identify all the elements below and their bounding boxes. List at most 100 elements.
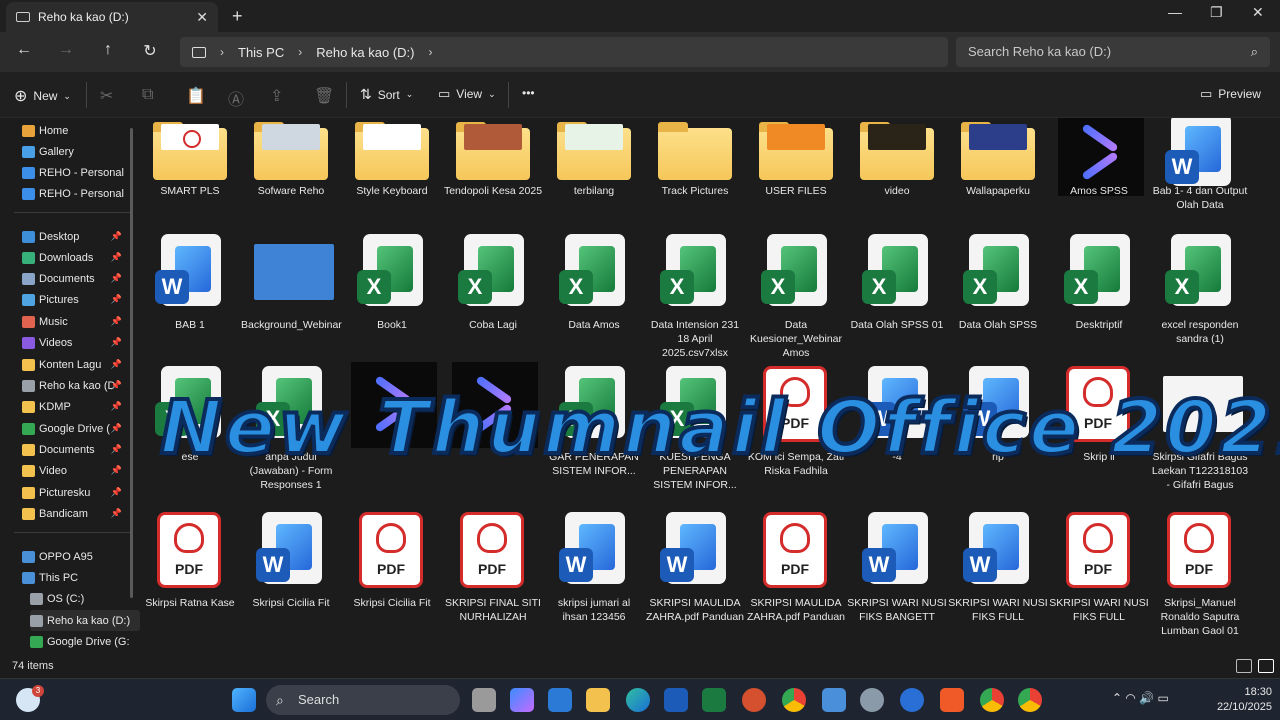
sidebar-item[interactable]: Video 📌 — [22, 460, 132, 481]
sidebar-item[interactable]: REHO - Personal — [22, 183, 132, 204]
word-icon[interactable] — [664, 688, 688, 712]
large-icons-view-icon[interactable] — [1258, 659, 1274, 673]
chevron-right-icon[interactable]: › — [429, 45, 433, 59]
file-item[interactable]: X Data Olah SPSS 01 — [847, 234, 947, 364]
file-item[interactable]: PDF Skrip il — [1049, 366, 1149, 496]
breadcrumb-this-pc[interactable]: This PC — [238, 45, 284, 60]
file-item[interactable]: X Data Olah SPSS — [948, 234, 1048, 364]
minimize-button[interactable]: — — [1168, 4, 1182, 20]
powerpoint-icon[interactable] — [742, 688, 766, 712]
search-input[interactable]: Search Reho ka kao (D:) ⌕ — [956, 37, 1270, 67]
chrome-profile-icon[interactable] — [980, 688, 1004, 712]
file-item[interactable]: W Bab 1- 4 dan Output Olah Data — [1150, 118, 1250, 244]
sidebar-item[interactable]: Pictures 📌 — [22, 289, 132, 310]
file-explorer-icon[interactable] — [586, 688, 610, 712]
sidebar-item[interactable]: Gallery — [22, 141, 132, 162]
cut-button[interactable]: ✂ — [100, 86, 113, 106]
window-tab[interactable]: Reho ka kao (D:) ✕ — [6, 2, 218, 32]
file-item[interactable]: X GAR PENERAPAN SISTEM INFOR... — [544, 366, 644, 496]
file-item[interactable]: X Desktriptif — [1049, 234, 1149, 364]
store-icon[interactable] — [548, 688, 572, 712]
file-item[interactable]: PDF SKRIPSI MAULIDA ZAHRA.pdf Panduan — [746, 512, 846, 642]
file-item[interactable]: Xese — [140, 366, 240, 496]
sidebar-item[interactable]: Reho ka kao (D 📌 — [22, 375, 132, 396]
maximize-button[interactable]: ❐ — [1210, 4, 1223, 21]
file-item[interactable]: PDF KOM ici Sempa, Zati Riska Fadhila — [746, 366, 846, 496]
refresh-button[interactable]: ↻ — [138, 41, 162, 61]
rename-button[interactable]: Ⓐ — [228, 86, 244, 110]
start-icon[interactable] — [232, 688, 256, 712]
paste-button[interactable]: 📋 — [186, 86, 206, 106]
address-bar[interactable]: › This PC › Reho ka kao (D:) › — [180, 37, 948, 67]
file-item[interactable]: Wskripsi jumari al ihsan 123456 — [544, 512, 644, 642]
file-item[interactable]: Style Keyboard — [342, 118, 442, 244]
file-item[interactable]: Track Pictures — [645, 118, 745, 244]
file-item[interactable]: video — [847, 118, 947, 244]
sidebar-item[interactable]: Documents 📌 — [22, 268, 132, 289]
excel-icon[interactable] — [702, 688, 726, 712]
file-item[interactable]: PDF SKRIPSI WARI NUSI FIKS FULL — [1049, 512, 1149, 642]
view-button[interactable]: ▭ View ⌄ — [438, 86, 496, 102]
file-item[interactable] — [443, 362, 543, 496]
up-button[interactable]: ↑ — [96, 41, 120, 59]
new-tab-button[interactable]: + — [232, 6, 243, 27]
file-item[interactable] — [342, 362, 442, 496]
file-item[interactable]: Skirpsi Gifafri Bagus Laekan T122318103 … — [1150, 366, 1250, 496]
file-item[interactable]: X Data Intension 231 18 April 2025.csv7xl… — [645, 234, 745, 364]
file-item[interactable]: Wallapaperku — [948, 118, 1048, 244]
preview-button[interactable]: ▭ Preview — [1200, 86, 1261, 102]
file-item[interactable]: W BAB 1 — [140, 234, 240, 364]
file-item[interactable]: X Coba Lagi — [443, 234, 543, 364]
file-item[interactable]: SMART PLS — [140, 118, 240, 244]
close-window-button[interactable]: ✕ — [1252, 4, 1264, 21]
copy-button[interactable]: ⧉ — [142, 86, 153, 104]
sidebar-item[interactable]: Desktop 📌 — [22, 226, 132, 247]
sidebar-device-item[interactable]: This PC — [22, 567, 132, 588]
copilot-icon[interactable] — [510, 688, 534, 712]
file-item[interactable]: PDF SKRIPSI FINAL SITI NURHALIZAH — [443, 512, 543, 642]
sidebar-item[interactable]: Konten Lagu 📌 — [22, 354, 132, 375]
settings-icon[interactable] — [860, 688, 884, 712]
sidebar-item[interactable]: REHO - Personal — [22, 162, 132, 183]
forward-button[interactable]: → — [54, 41, 78, 59]
sidebar-device-item[interactable]: Reho ka kao (D:) — [30, 610, 140, 631]
sidebar-item[interactable]: Picturesku 📌 — [22, 482, 132, 503]
file-item[interactable]: Sofware Reho — [241, 118, 341, 244]
sidebar-item[interactable]: KDMP 📌 — [22, 396, 132, 417]
file-item[interactable]: PDF Skirpsi Ratna Kase — [140, 512, 240, 642]
breadcrumb-current-drive[interactable]: Reho ka kao (D:) — [316, 45, 414, 60]
sidebar-item[interactable]: Google Drive (📌 — [22, 418, 132, 439]
back-button[interactable]: ← — [12, 41, 36, 59]
file-item[interactable]: Tendopoli Kesa 2025 — [443, 118, 543, 244]
sidebar-item[interactable]: Bandicam 📌 — [22, 503, 132, 524]
sort-button[interactable]: ⇅ Sort ⌄ — [360, 86, 413, 103]
sidebar-item[interactable]: Downloads 📌 — [22, 247, 132, 268]
file-item[interactable]: X Data Kuesioner_Webinar Amos — [746, 234, 846, 364]
file-item[interactable]: Wrip — [948, 366, 1048, 496]
file-item[interactable]: Background_Webinar — [241, 234, 342, 364]
clock[interactable]: 18:30 22/10/2025 — [1208, 685, 1272, 715]
file-item[interactable]: PDF Skripsi_Manuel Ronaldo Saputra Lumban… — [1150, 512, 1250, 642]
sidebar-device-item[interactable]: Google Drive (G: — [30, 631, 140, 652]
photos-icon[interactable] — [822, 688, 846, 712]
delete-button[interactable]: 🗑 — [314, 86, 334, 106]
file-item[interactable]: USER FILES — [746, 118, 846, 244]
sidebar-item[interactable]: Documents 📌 — [22, 439, 132, 460]
file-item[interactable]: Xanpa Judul (Jawaban) - Form Responses 1 — [241, 366, 341, 496]
file-item[interactable]: terbilang — [544, 118, 644, 244]
chrome-icon[interactable] — [782, 688, 806, 712]
file-item[interactable]: X Data Amos — [544, 234, 644, 364]
file-item[interactable]: W SKRIPSI MAULIDA ZAHRA.pdf Panduan — [645, 512, 745, 642]
sidebar-device-item[interactable]: OS (C:) — [30, 588, 140, 609]
share-button[interactable]: ⇪ — [270, 86, 283, 106]
taskbar-search[interactable]: ⌕ Search — [266, 685, 460, 715]
pls-app-icon[interactable] — [900, 688, 924, 712]
file-item[interactable]: X KUESI PENGA PENERAPAN SISTEM INFOR... — [645, 366, 745, 496]
file-item[interactable]: Xexcel responden sandra (1) — [1150, 234, 1250, 364]
chrome-profile-2-icon[interactable] — [1018, 688, 1042, 712]
sidebar-item[interactable]: Music 📌 — [22, 311, 132, 332]
sidebar-item[interactable]: Home — [22, 120, 132, 141]
task-view-icon[interactable] — [472, 688, 496, 712]
close-tab-icon[interactable]: ✕ — [196, 9, 208, 26]
file-item[interactable]: W -4 — [847, 366, 947, 496]
